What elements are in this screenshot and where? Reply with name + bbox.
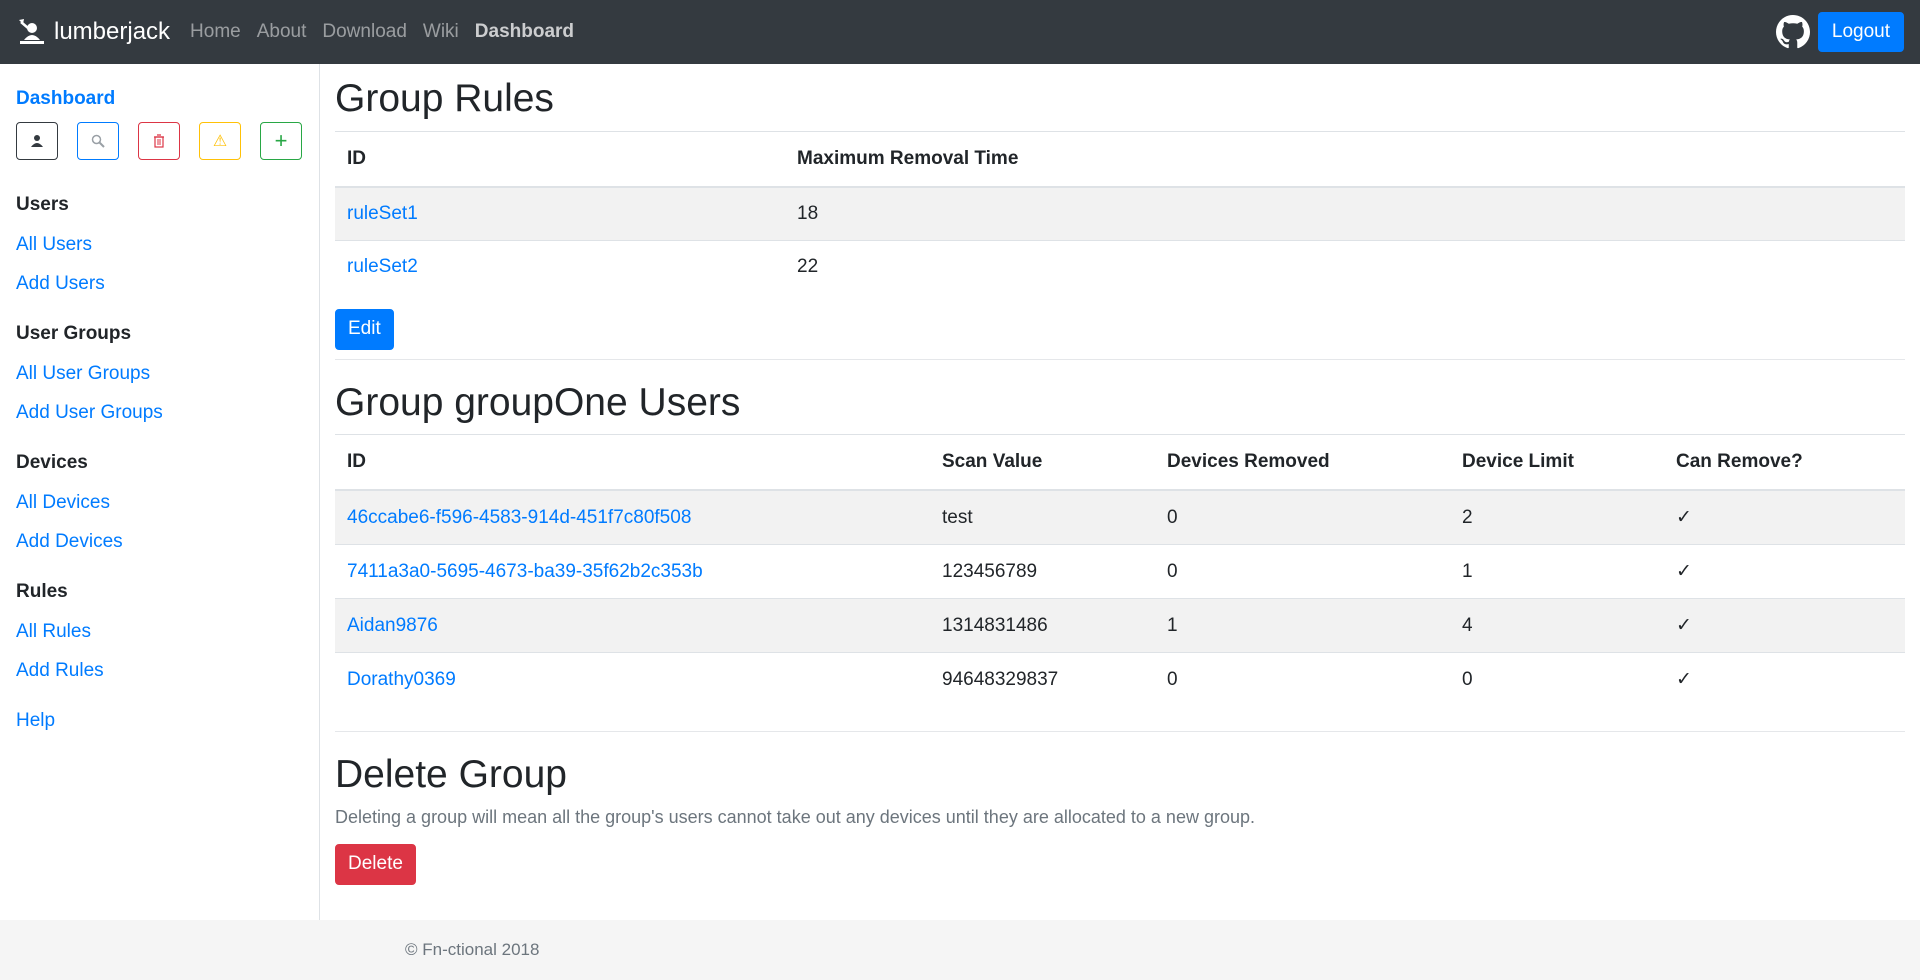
- sidebar-section-user-groups: User Groups All User Groups Add User Gro…: [16, 323, 303, 424]
- table-cell: 22: [785, 239, 1905, 293]
- sidebar-heading-users: Users: [16, 194, 69, 215]
- table-cell: 0: [1450, 652, 1664, 707]
- table-cell: 1: [1155, 598, 1450, 653]
- plus-icon: +: [274, 128, 288, 153]
- nav-wiki[interactable]: Wiki: [415, 21, 467, 43]
- user-id-link[interactable]: 46ccabe6-f596-4583-914d-451f7c80f508: [347, 507, 691, 528]
- column-header-scan-value: Scan Value: [930, 434, 1155, 492]
- table-cell: 1: [1450, 544, 1664, 599]
- warning-icon: ⚠: [212, 133, 228, 150]
- group-users-table: ID Scan Value Devices Removed Device Lim…: [335, 434, 1905, 707]
- user-id-link[interactable]: Dorathy0369: [347, 669, 456, 690]
- divider: [335, 731, 1905, 733]
- user-icon-button[interactable]: [16, 122, 58, 160]
- sidebar-item-all-devices[interactable]: All Devices: [16, 492, 303, 514]
- group-rules-title: Group Rules: [335, 77, 554, 120]
- table-row: 7411a3a0-5695-4673-ba39-35f62b2c353b 123…: [335, 544, 1905, 599]
- user-id-link[interactable]: 7411a3a0-5695-4673-ba39-35f62b2c353b: [347, 561, 703, 582]
- trash-icon-button[interactable]: [138, 122, 180, 160]
- logout-button[interactable]: Logout: [1817, 11, 1904, 53]
- sidebar-item-all-rules[interactable]: All Rules: [16, 621, 303, 643]
- user-icon: [31, 135, 43, 147]
- table-cell: test: [930, 489, 1155, 545]
- user-id-link[interactable]: Aidan9876: [347, 615, 438, 636]
- sidebar-section-users: Users All Users Add Users: [16, 194, 303, 295]
- table-row: Dorathy0369 94648329837 0 0 ✓: [335, 652, 1905, 707]
- table-cell: 4: [1450, 598, 1664, 653]
- sidebar-item-add-user-groups[interactable]: Add User Groups: [16, 402, 303, 424]
- checkmark-icon: ✓: [1664, 652, 1905, 707]
- group-users-title: Group groupOne Users: [335, 380, 741, 424]
- sidebar-item-add-users[interactable]: Add Users: [16, 273, 303, 295]
- main-content: Group Rules ID Maximum Removal Time rule…: [335, 64, 1905, 885]
- checkmark-icon: ✓: [1664, 489, 1905, 545]
- group-rules-table: ID Maximum Removal Time ruleSet1 18 rule…: [335, 130, 1905, 293]
- search-icon: [91, 134, 105, 148]
- sidebar-section-devices: Devices All Devices Add Devices: [16, 452, 303, 553]
- table-row: ruleSet1 18: [335, 186, 1905, 241]
- delete-group-description: Deleting a group will mean all the group…: [335, 807, 1255, 828]
- table-cell: 123456789: [930, 544, 1155, 599]
- sidebar-item-all-users[interactable]: All Users: [16, 234, 303, 256]
- table-cell: 1314831486: [930, 598, 1155, 653]
- nav-dashboard[interactable]: Dashboard: [467, 21, 582, 43]
- table-cell: 94648329837: [930, 652, 1155, 707]
- rule-id-link[interactable]: ruleSet1: [347, 203, 418, 224]
- table-row: ruleSet2 22: [335, 239, 1905, 293]
- table-cell: 0: [1155, 652, 1450, 707]
- nav-home[interactable]: Home: [182, 21, 249, 43]
- sidebar-section-rules: Rules All Rules Add Rules: [16, 581, 303, 682]
- column-header-device-limit: Device Limit: [1450, 434, 1664, 492]
- divider: [335, 358, 1905, 360]
- footer-copyright: © Fn-ctional 2018: [405, 940, 540, 959]
- column-header-max-removal-time: Maximum Removal Time: [785, 130, 1905, 188]
- lumberjack-logo-icon: [19, 19, 44, 44]
- column-header-id: ID: [335, 130, 785, 188]
- column-header-can-remove: Can Remove?: [1664, 434, 1905, 492]
- footer: © Fn-ctional 2018: [0, 920, 1920, 980]
- sidebar-heading-rules: Rules: [16, 581, 68, 602]
- sidebar-item-all-user-groups[interactable]: All User Groups: [16, 363, 303, 385]
- column-header-devices-removed: Devices Removed: [1155, 434, 1450, 492]
- delete-group-title: Delete Group: [335, 753, 567, 797]
- table-cell: 18: [785, 186, 1905, 241]
- table-row: 46ccabe6-f596-4583-914d-451f7c80f508 tes…: [335, 489, 1905, 545]
- delete-button[interactable]: Delete: [335, 844, 416, 885]
- rule-id-link[interactable]: ruleSet2: [347, 256, 418, 277]
- sidebar-heading-devices: Devices: [16, 452, 88, 473]
- nav-about[interactable]: About: [249, 21, 315, 43]
- table-cell: 0: [1155, 489, 1450, 545]
- table-header-row: ID Maximum Removal Time: [335, 130, 1905, 188]
- brand-link[interactable]: lumberjack: [16, 16, 170, 48]
- table-cell: 0: [1155, 544, 1450, 599]
- nav-right: Logout: [1775, 11, 1904, 53]
- warning-icon-button[interactable]: ⚠: [199, 122, 241, 160]
- edit-button[interactable]: Edit: [335, 308, 394, 350]
- table-header-row: ID Scan Value Devices Removed Device Lim…: [335, 434, 1905, 492]
- column-header-id: ID: [335, 434, 930, 492]
- nav-links: Home About Download Wiki Dashboard: [182, 21, 582, 43]
- nav-download[interactable]: Download: [314, 21, 415, 43]
- top-navbar: lumberjack Home About Download Wiki Dash…: [0, 0, 1920, 64]
- plus-icon-button[interactable]: +: [260, 122, 302, 160]
- trash-icon: [154, 134, 164, 148]
- sidebar-item-help[interactable]: Help: [16, 710, 303, 732]
- sidebar-dashboard-link[interactable]: Dashboard: [16, 88, 303, 110]
- quick-action-icons: ⚠ +: [16, 122, 303, 160]
- checkmark-icon: ✓: [1664, 544, 1905, 599]
- github-icon[interactable]: [1775, 14, 1810, 49]
- table-row: Aidan9876 1314831486 1 4 ✓: [335, 598, 1905, 653]
- sidebar-item-add-devices[interactable]: Add Devices: [16, 531, 303, 553]
- sidebar-heading-user-groups: User Groups: [16, 323, 132, 344]
- search-icon-button[interactable]: [77, 122, 119, 160]
- sidebar: Dashboard ⚠ + Users All Users Add Users …: [0, 64, 320, 920]
- table-cell: 2: [1450, 489, 1664, 545]
- brand-name: lumberjack: [54, 18, 171, 45]
- checkmark-icon: ✓: [1664, 598, 1905, 653]
- sidebar-item-add-rules[interactable]: Add Rules: [16, 660, 303, 682]
